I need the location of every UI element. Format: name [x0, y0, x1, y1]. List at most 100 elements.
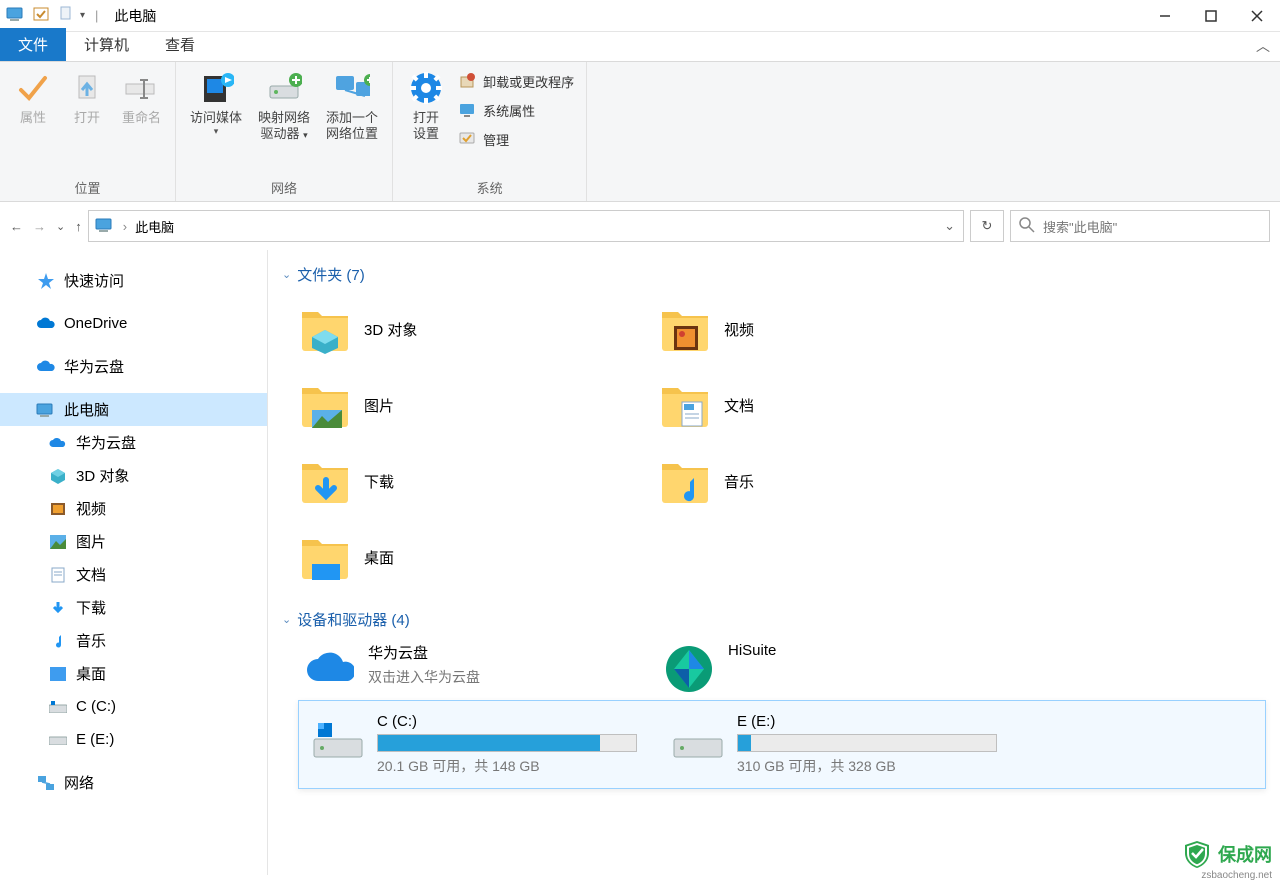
- monitor-icon: [459, 102, 477, 120]
- drive-huawei-cloud[interactable]: 华为云盘双击进入华为云盘: [298, 638, 648, 700]
- qat-check-icon[interactable]: [32, 6, 52, 25]
- address-bar[interactable]: › 此电脑 ⌄: [88, 210, 964, 242]
- sidebar-child-music[interactable]: 音乐: [0, 624, 267, 657]
- sidebar-child-pictures[interactable]: 图片: [0, 525, 267, 558]
- manage-icon: [459, 131, 477, 149]
- cube-icon: [48, 466, 68, 486]
- nav-bar: ← → ⌄ ↑ › 此电脑 ⌄ ↻ 搜索"此电脑": [0, 202, 1280, 250]
- folder-documents[interactable]: 文档: [658, 369, 1008, 441]
- watermark: 保成网 zsbaocheng.net: [1182, 839, 1272, 869]
- sidebar-child-videos[interactable]: 视频: [0, 492, 267, 525]
- ribbon-tabs: 文件 计算机 查看 ︿: [0, 32, 1280, 62]
- sidebar-huawei-cloud[interactable]: 华为云盘: [0, 350, 267, 383]
- ribbon-open-settings[interactable]: 打开 设置: [401, 66, 451, 151]
- refresh-button[interactable]: ↻: [970, 210, 1004, 242]
- drive-e[interactable]: E (E:) 310 GB 可用，共 328 GB: [667, 709, 1017, 780]
- network-icon: [36, 773, 56, 793]
- content-area: ⌄文件夹 (7) 3D 对象 视频 图片 文档 下载 音乐 桌面 ⌄设备和驱动器…: [268, 250, 1280, 875]
- gear-icon: [408, 70, 444, 106]
- ribbon: 属性 打开 重命名 位置 访问媒体 ▾ 映射网络 驱动器 ▾: [0, 62, 1280, 202]
- sidebar-this-pc[interactable]: 此电脑: [0, 393, 267, 426]
- folder-icon: [298, 302, 352, 356]
- sidebar-child-3d[interactable]: 3D 对象: [0, 459, 267, 492]
- folder-music[interactable]: 音乐: [658, 445, 1008, 517]
- ribbon-uninstall[interactable]: 卸载或更改程序: [455, 70, 578, 93]
- ribbon-rename[interactable]: 重命名: [116, 66, 167, 130]
- tab-computer[interactable]: 计算机: [66, 28, 147, 61]
- picture-icon: [48, 532, 68, 552]
- ribbon-open[interactable]: 打开: [62, 66, 112, 130]
- sidebar-quick-access[interactable]: 快速访问: [0, 264, 267, 297]
- search-icon: [1019, 217, 1035, 236]
- close-button[interactable]: [1234, 0, 1280, 32]
- document-icon: [48, 565, 68, 585]
- folder-desktop[interactable]: 桌面: [298, 521, 648, 593]
- huawei-cloud-icon: [302, 642, 356, 696]
- window-title: 此电脑: [114, 6, 156, 26]
- drive-c[interactable]: C (C:) 20.1 GB 可用，共 148 GB: [307, 709, 657, 780]
- huawei-cloud-icon: [36, 357, 56, 377]
- cloud-icon: [36, 314, 56, 334]
- minimize-button[interactable]: [1142, 0, 1188, 32]
- ribbon-manage[interactable]: 管理: [455, 128, 578, 151]
- music-icon: [48, 631, 68, 651]
- sidebar-onedrive[interactable]: OneDrive: [0, 307, 267, 340]
- drive-icon: [48, 730, 68, 750]
- usage-bar: [377, 734, 637, 752]
- ribbon-add-network-location[interactable]: 添加一个 网络位置: [320, 66, 384, 145]
- hisuite-icon: [662, 642, 716, 696]
- ribbon-system-properties[interactable]: 系统属性: [455, 99, 578, 122]
- folder-icon: [658, 378, 712, 432]
- qat-pc-icon: [6, 6, 26, 25]
- pc-icon: [36, 400, 56, 420]
- desktop-icon: [48, 664, 68, 684]
- sidebar-network[interactable]: 网络: [0, 766, 267, 799]
- network-drive-icon: [266, 70, 302, 106]
- nav-up[interactable]: ↑: [75, 219, 82, 234]
- uninstall-icon: [459, 73, 477, 91]
- star-icon: [36, 271, 56, 291]
- sidebar-child-drive-c[interactable]: C (C:): [0, 690, 267, 723]
- ribbon-collapse-button[interactable]: ︿: [1256, 36, 1270, 56]
- network-location-icon: [334, 70, 370, 106]
- nav-back[interactable]: ←: [10, 219, 23, 234]
- folder-icon: [298, 530, 352, 584]
- nav-forward[interactable]: →: [33, 219, 46, 234]
- folder-videos[interactable]: 视频: [658, 293, 1008, 365]
- group-drives-header[interactable]: ⌄设备和驱动器 (4): [282, 609, 1266, 630]
- download-icon: [48, 598, 68, 618]
- chevron-down-icon[interactable]: ⌄: [944, 218, 955, 234]
- sidebar-child-huawei[interactable]: 华为云盘: [0, 426, 267, 459]
- group-folders-header[interactable]: ⌄文件夹 (7): [282, 264, 1266, 285]
- media-server-icon: [198, 70, 234, 106]
- film-icon: [48, 499, 68, 519]
- ribbon-group-network: 网络: [184, 178, 384, 199]
- tab-file[interactable]: 文件: [0, 28, 66, 61]
- ribbon-map-drive[interactable]: 映射网络 驱动器 ▾: [252, 66, 316, 145]
- folder-icon: [298, 378, 352, 432]
- qat-doc-icon[interactable]: [58, 6, 74, 25]
- chevron-down-icon: ⌄: [282, 268, 291, 281]
- sidebar-child-drive-e[interactable]: E (E:): [0, 723, 267, 756]
- search-box[interactable]: 搜索"此电脑": [1010, 210, 1270, 242]
- shield-icon: [1182, 839, 1212, 869]
- drive-hisuite[interactable]: HiSuite: [658, 638, 1008, 700]
- folder-icon: [658, 302, 712, 356]
- check-icon: [15, 70, 51, 106]
- ribbon-properties[interactable]: 属性: [8, 66, 58, 130]
- rename-icon: [124, 70, 160, 106]
- usage-bar: [737, 734, 997, 752]
- folder-3d-objects[interactable]: 3D 对象: [298, 293, 648, 365]
- tab-view[interactable]: 查看: [147, 28, 213, 61]
- sidebar-child-documents[interactable]: 文档: [0, 558, 267, 591]
- sidebar-child-desktop[interactable]: 桌面: [0, 657, 267, 690]
- folder-downloads[interactable]: 下载: [298, 445, 648, 517]
- ribbon-group-system: 系统: [401, 178, 578, 199]
- pc-icon: [95, 217, 115, 236]
- ribbon-group-location: 位置: [8, 178, 167, 199]
- ribbon-access-media[interactable]: 访问媒体 ▾: [184, 66, 248, 145]
- sidebar-child-downloads[interactable]: 下载: [0, 591, 267, 624]
- maximize-button[interactable]: [1188, 0, 1234, 32]
- nav-history[interactable]: ⌄: [56, 220, 65, 233]
- folder-pictures[interactable]: 图片: [298, 369, 648, 441]
